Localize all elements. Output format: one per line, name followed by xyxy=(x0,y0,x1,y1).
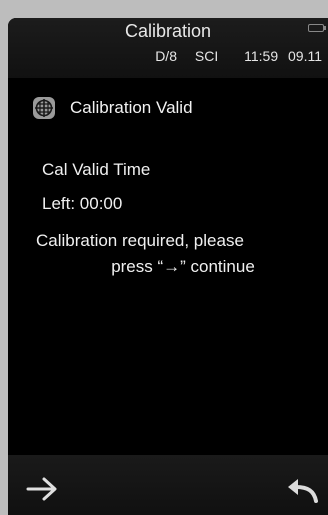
bottom-bar xyxy=(8,455,328,515)
calibration-message: Calibration required, please press “→” c… xyxy=(36,228,316,280)
title-bar: Calibration D/8 SCI 11:59 09.11 xyxy=(8,18,328,78)
message-line-1: Calibration required, please xyxy=(36,231,244,250)
calibration-status: Calibration Valid xyxy=(32,92,193,124)
calibration-target-icon xyxy=(33,97,55,119)
status-row: D/8 SCI 11:59 09.11 xyxy=(8,48,322,68)
screen: Calibration D/8 SCI 11:59 09.11 Calibrat… xyxy=(8,18,328,515)
arrow-right-icon[interactable] xyxy=(22,469,62,509)
calibration-status-label: Calibration Valid xyxy=(70,98,193,117)
mode-label: SCI xyxy=(194,48,219,64)
valid-time-label: Cal Valid Time xyxy=(42,160,151,179)
device-frame: Calibration D/8 SCI 11:59 09.11 Calibrat… xyxy=(0,0,328,515)
return-icon[interactable] xyxy=(282,469,322,509)
main-content: Calibration Valid Cal Valid Time Left: 0… xyxy=(8,78,328,455)
time-left-value: Left: 00:00 xyxy=(42,194,123,213)
page-title: Calibration xyxy=(124,21,212,41)
clock-date: 09.11 xyxy=(288,48,322,64)
message-line-2: press “→” continue xyxy=(111,257,255,276)
geometry-label: D/8 xyxy=(155,48,177,64)
battery-icon xyxy=(308,24,326,32)
clock-time: 11:59 xyxy=(244,48,279,64)
